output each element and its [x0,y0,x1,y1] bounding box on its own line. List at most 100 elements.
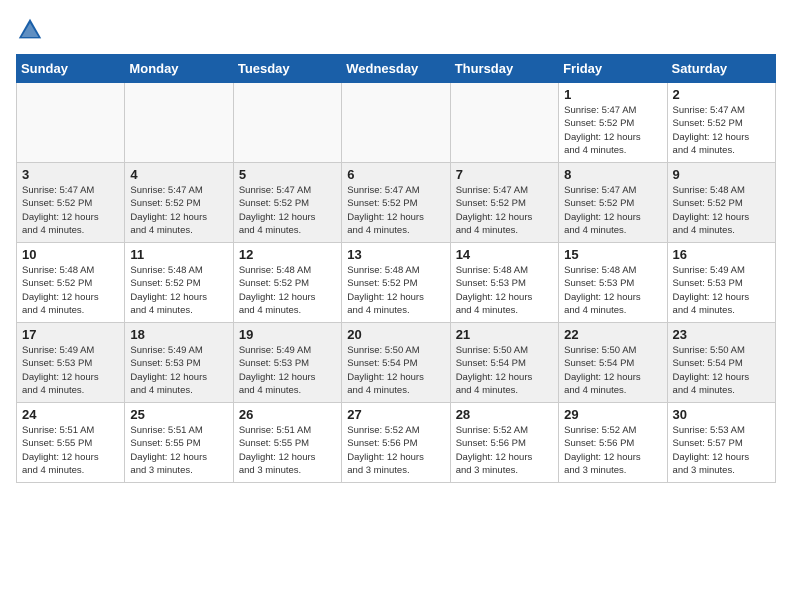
day-info: Sunrise: 5:49 AM Sunset: 5:53 PM Dayligh… [673,264,770,317]
day-number: 6 [347,167,444,182]
day-number: 12 [239,247,336,262]
day-number: 16 [673,247,770,262]
day-info: Sunrise: 5:48 AM Sunset: 5:52 PM Dayligh… [22,264,119,317]
calendar-day: 18Sunrise: 5:49 AM Sunset: 5:53 PM Dayli… [125,323,233,403]
day-info: Sunrise: 5:48 AM Sunset: 5:52 PM Dayligh… [673,184,770,237]
calendar-day: 24Sunrise: 5:51 AM Sunset: 5:55 PM Dayli… [17,403,125,483]
day-header-friday: Friday [559,55,667,83]
calendar-day: 26 Sunrise: 5:51 AM Sunset: 5:55 PM Dayli… [233,403,341,483]
calendar-day: 11 Sunrise: 5:48 AM Sunset: 5:52 PM Dayli… [125,243,233,323]
calendar-day [17,83,125,163]
day-info: Sunrise: 5:49 AM Sunset: 5:53 PM Dayligh… [22,344,119,397]
day-info: Sunrise: 5:47 AM Sunset: 5:52 PM Dayligh… [347,184,444,237]
day-number: 28 [456,407,553,422]
calendar-day: 14 Sunrise: 5:48 AM Sunset: 5:53 PM Dayli… [450,243,558,323]
calendar-day: 3Sunrise: 5:47 AM Sunset: 5:52 PM Daylig… [17,163,125,243]
day-number: 15 [564,247,661,262]
day-number: 19 [239,327,336,342]
day-number: 22 [564,327,661,342]
calendar-day: 28 Sunrise: 5:52 AM Sunset: 5:56 PM Dayli… [450,403,558,483]
calendar-body: 1 Sunrise: 5:47 AM Sunset: 5:52 PM Daylig… [17,83,776,483]
day-number: 11 [130,247,227,262]
day-info: Sunrise: 5:52 AM Sunset: 5:56 PM Dayligh… [564,424,661,477]
day-header-monday: Monday [125,55,233,83]
day-number: 25 [130,407,227,422]
day-number: 13 [347,247,444,262]
day-number: 26 [239,407,336,422]
day-info: Sunrise: 5:50 AM Sunset: 5:54 PM Dayligh… [673,344,770,397]
day-info: Sunrise: 5:49 AM Sunset: 5:53 PM Dayligh… [239,344,336,397]
calendar-day: 20 Sunrise: 5:50 AM Sunset: 5:54 PM Dayli… [342,323,450,403]
day-info: Sunrise: 5:50 AM Sunset: 5:54 PM Dayligh… [347,344,444,397]
day-info: Sunrise: 5:48 AM Sunset: 5:53 PM Dayligh… [564,264,661,317]
day-info: Sunrise: 5:47 AM Sunset: 5:52 PM Dayligh… [456,184,553,237]
day-header-tuesday: Tuesday [233,55,341,83]
calendar-day: 12 Sunrise: 5:48 AM Sunset: 5:52 PM Dayli… [233,243,341,323]
day-info: Sunrise: 5:51 AM Sunset: 5:55 PM Dayligh… [22,424,119,477]
day-info: Sunrise: 5:47 AM Sunset: 5:52 PM Dayligh… [130,184,227,237]
calendar-week-2: 3 Sunrise: 5:47 AM Sunset: 5:52 PM Daylig… [17,163,776,243]
day-number: 21 [456,327,553,342]
day-number: 5 [239,167,336,182]
day-number: 9 [673,167,770,182]
day-info: Sunrise: 5:47 AM Sunset: 5:52 PM Dayligh… [564,184,661,237]
calendar-day [342,83,450,163]
day-info: Sunrise: 5:50 AM Sunset: 5:54 PM Dayligh… [456,344,553,397]
day-header-thursday: Thursday [450,55,558,83]
day-number: 3 [22,167,119,182]
calendar-table: SundayMondayTuesdayWednesdayThursdayFrid… [16,54,776,483]
day-info: Sunrise: 5:48 AM Sunset: 5:53 PM Dayligh… [456,264,553,317]
logo-icon [16,16,44,44]
calendar-day: 22 Sunrise: 5:50 AM Sunset: 5:54 PM Dayli… [559,323,667,403]
logo [16,16,48,44]
calendar-week-1: 1 Sunrise: 5:47 AM Sunset: 5:52 PM Daylig… [17,83,776,163]
day-number: 23 [673,327,770,342]
calendar-day: 1 Sunrise: 5:47 AM Sunset: 5:52 PM Daylig… [559,83,667,163]
day-number: 8 [564,167,661,182]
page-header [16,16,776,44]
calendar-day: 21 Sunrise: 5:50 AM Sunset: 5:54 PM Dayli… [450,323,558,403]
calendar-day: 30 Sunrise: 5:53 AM Sunset: 5:57 PM Dayli… [667,403,775,483]
day-info: Sunrise: 5:51 AM Sunset: 5:55 PM Dayligh… [130,424,227,477]
day-number: 1 [564,87,661,102]
day-info: Sunrise: 5:52 AM Sunset: 5:56 PM Dayligh… [347,424,444,477]
day-number: 20 [347,327,444,342]
day-number: 27 [347,407,444,422]
calendar-day [450,83,558,163]
calendar-week-4: 17 Sunrise: 5:49 AM Sunset: 5:53 PM Dayli… [17,323,776,403]
calendar-day: 25 Sunrise: 5:51 AM Sunset: 5:55 PM Dayli… [125,403,233,483]
calendar-day: 13Sunrise: 5:48 AM Sunset: 5:52 PM Dayli… [342,243,450,323]
day-info: Sunrise: 5:53 AM Sunset: 5:57 PM Dayligh… [673,424,770,477]
day-number: 18 [130,327,227,342]
day-number: 14 [456,247,553,262]
calendar-day: 15 Sunrise: 5:48 AM Sunset: 5:53 PM Dayli… [559,243,667,323]
day-info: Sunrise: 5:51 AM Sunset: 5:55 PM Dayligh… [239,424,336,477]
calendar-week-5: 24Sunrise: 5:51 AM Sunset: 5:55 PM Dayli… [17,403,776,483]
day-number: 30 [673,407,770,422]
calendar-day: 16 Sunrise: 5:49 AM Sunset: 5:53 PM Dayli… [667,243,775,323]
day-number: 2 [673,87,770,102]
calendar-day: 5 Sunrise: 5:47 AM Sunset: 5:52 PM Daylig… [233,163,341,243]
day-header-saturday: Saturday [667,55,775,83]
calendar-week-3: 10 Sunrise: 5:48 AM Sunset: 5:52 PM Dayli… [17,243,776,323]
calendar-day: 4 Sunrise: 5:47 AM Sunset: 5:52 PM Daylig… [125,163,233,243]
calendar-day: 9 Sunrise: 5:48 AM Sunset: 5:52 PM Daylig… [667,163,775,243]
day-info: Sunrise: 5:47 AM Sunset: 5:52 PM Dayligh… [564,104,661,157]
day-number: 10 [22,247,119,262]
calendar-day: 8 Sunrise: 5:47 AM Sunset: 5:52 PM Daylig… [559,163,667,243]
day-header-wednesday: Wednesday [342,55,450,83]
day-number: 17 [22,327,119,342]
calendar-day: 17 Sunrise: 5:49 AM Sunset: 5:53 PM Dayli… [17,323,125,403]
day-info: Sunrise: 5:47 AM Sunset: 5:52 PM Dayligh… [673,104,770,157]
calendar-header: SundayMondayTuesdayWednesdayThursdayFrid… [17,55,776,83]
day-info: Sunrise: 5:48 AM Sunset: 5:52 PM Dayligh… [239,264,336,317]
day-number: 4 [130,167,227,182]
day-info: Sunrise: 5:48 AM Sunset: 5:52 PM Dayligh… [130,264,227,317]
day-header-sunday: Sunday [17,55,125,83]
day-info: Sunrise: 5:47 AM Sunset: 5:52 PM Dayligh… [239,184,336,237]
day-number: 7 [456,167,553,182]
calendar-day: 7 Sunrise: 5:47 AM Sunset: 5:52 PM Daylig… [450,163,558,243]
day-info: Sunrise: 5:50 AM Sunset: 5:54 PM Dayligh… [564,344,661,397]
calendar-day: 2 Sunrise: 5:47 AM Sunset: 5:52 PM Daylig… [667,83,775,163]
day-info: Sunrise: 5:52 AM Sunset: 5:56 PM Dayligh… [456,424,553,477]
